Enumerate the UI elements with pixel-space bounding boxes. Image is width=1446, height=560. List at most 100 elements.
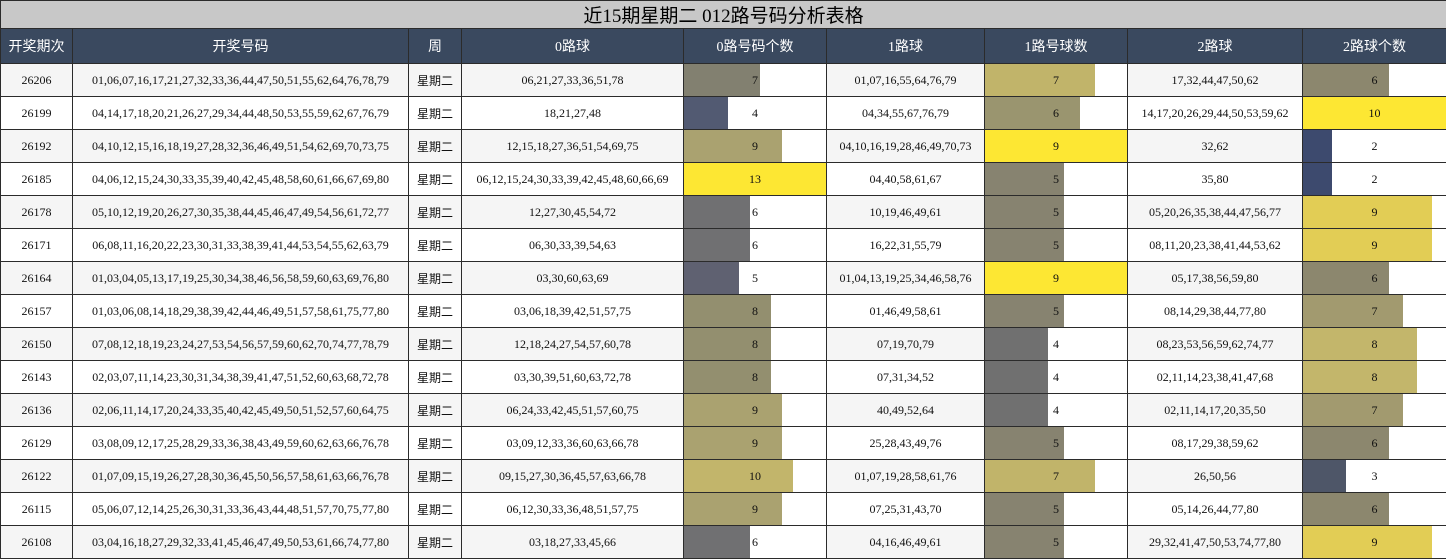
count-bar [684,493,783,525]
route1-count-cell: 4 [984,360,1128,394]
route0-count-cell: 8 [683,360,827,394]
route1-count-cell: 5 [984,195,1128,229]
count-value: 9 [1371,237,1378,252]
route0-cell: 06,12,30,33,36,48,51,57,75 [461,492,684,526]
count-bar [684,427,783,459]
route0-count-cell: 8 [683,294,827,328]
count-value: 3 [1371,468,1378,483]
count-value: 9 [1371,204,1378,219]
count-value: 6 [1371,435,1378,450]
period-cell: 26171 [0,228,73,262]
route1-cell: 25,28,43,49,76 [826,426,985,460]
route1-count-cell: 6 [984,96,1128,130]
week-cell: 星期二 [408,129,462,163]
route2-cell: 32,62 [1127,129,1303,163]
period-cell: 26157 [0,294,73,328]
count-value: 6 [752,237,758,252]
table-row: 26192 04,10,12,15,16,18,19,27,28,32,36,46… [0,129,1446,163]
period-cell: 26164 [0,261,73,295]
numbers-cell: 01,03,04,05,13,17,19,25,30,34,38,46,56,5… [72,261,409,295]
table-row: 26115 05,06,07,12,14,25,26,30,31,33,36,43… [0,492,1446,526]
week-cell: 星期二 [408,459,462,493]
count-value: 8 [1371,336,1378,351]
period-cell: 26199 [0,96,73,130]
count-value: 9 [1053,270,1059,285]
header-week: 周 [408,28,462,64]
route2-count-cell: 6 [1301,63,1446,97]
route1-cell: 04,40,58,61,67 [826,162,985,196]
table-row: 26136 02,06,11,14,17,20,24,33,35,40,42,45… [0,393,1446,427]
count-bar [1303,328,1418,360]
route2-count-cell: 7 [1301,294,1446,328]
route1-count-cell: 5 [984,162,1128,196]
count-bar [684,460,794,492]
week-cell: 星期二 [408,195,462,229]
route0-count-cell: 7 [683,63,827,97]
count-value: 6 [1053,105,1059,120]
route0-count-cell: 8 [683,327,827,361]
route1-count-cell: 7 [984,63,1128,97]
route1-cell: 07,31,34,52 [826,360,985,394]
count-bar [684,64,761,96]
table-row: 26171 06,08,11,16,20,22,23,30,31,33,38,39… [0,228,1446,262]
numbers-cell: 05,10,12,19,20,26,27,30,35,38,44,45,46,4… [72,195,409,229]
route0-cell: 18,21,27,48 [461,96,684,130]
count-bar [1303,460,1346,492]
header-route2: 2路球 [1127,28,1303,64]
header-route1-count: 1路号球数 [984,28,1128,64]
route2-count-cell: 7 [1301,393,1446,427]
count-value: 5 [1053,171,1059,186]
route1-cell: 07,19,70,79 [826,327,985,361]
count-value: 5 [1053,204,1059,219]
count-value: 13 [749,171,761,186]
period-cell: 26150 [0,327,73,361]
route0-count-cell: 5 [683,261,827,295]
route0-cell: 06,24,33,42,45,51,57,60,75 [461,393,684,427]
route0-cell: 06,21,27,33,36,51,78 [461,63,684,97]
route2-count-cell: 9 [1301,525,1446,559]
count-bar [985,361,1049,393]
route1-count-cell: 4 [984,327,1128,361]
period-cell: 26143 [0,360,73,394]
route1-cell: 07,25,31,43,70 [826,492,985,526]
route0-cell: 03,18,27,33,45,66 [461,525,684,559]
route2-count-cell: 2 [1301,129,1446,163]
week-cell: 星期二 [408,228,462,262]
count-value: 6 [752,204,758,219]
table-row: 26185 04,06,12,15,24,30,33,35,39,40,42,45… [0,162,1446,196]
count-value: 5 [1053,501,1059,516]
header-numbers: 开奖号码 [72,28,409,64]
count-value: 7 [1053,468,1059,483]
route0-count-cell: 13 [683,162,827,196]
table-row: 26199 04,14,17,18,20,21,26,27,29,34,44,48… [0,96,1446,130]
route2-cell: 29,32,41,47,50,53,74,77,80 [1127,525,1303,559]
count-bar [1303,229,1432,261]
route0-count-cell: 9 [683,129,827,163]
count-value: 5 [1053,303,1059,318]
table-row: 26143 02,03,07,11,14,23,30,31,34,38,39,41… [0,360,1446,394]
count-bar [684,262,739,294]
count-bar [1303,163,1332,195]
route0-count-cell: 9 [683,393,827,427]
route1-count-cell: 5 [984,492,1128,526]
period-cell: 26185 [0,162,73,196]
route2-cell: 14,17,20,26,29,44,50,53,59,62 [1127,96,1303,130]
numbers-cell: 03,08,09,12,17,25,28,29,33,36,38,43,49,5… [72,426,409,460]
header-route2-count: 2路球个数 [1301,28,1446,64]
week-cell: 星期二 [408,162,462,196]
route0-cell: 03,09,12,33,36,60,63,66,78 [461,426,684,460]
numbers-cell: 04,06,12,15,24,30,33,35,39,40,42,45,48,5… [72,162,409,196]
route2-cell: 08,11,20,23,38,41,44,53,62 [1127,228,1303,262]
route0-count-cell: 6 [683,195,827,229]
table-row: 26108 03,04,16,18,27,29,32,33,41,45,46,47… [0,525,1446,559]
count-value: 4 [752,105,758,120]
count-bar [985,64,1096,96]
route1-count-cell: 4 [984,393,1128,427]
count-value: 5 [1053,237,1059,252]
count-value: 5 [752,270,758,285]
route0-count-cell: 9 [683,492,827,526]
route2-count-cell: 8 [1301,360,1446,394]
route0-count-cell: 9 [683,426,827,460]
table-row: 26129 03,08,09,12,17,25,28,29,33,36,38,43… [0,426,1446,460]
route2-count-cell: 8 [1301,327,1446,361]
